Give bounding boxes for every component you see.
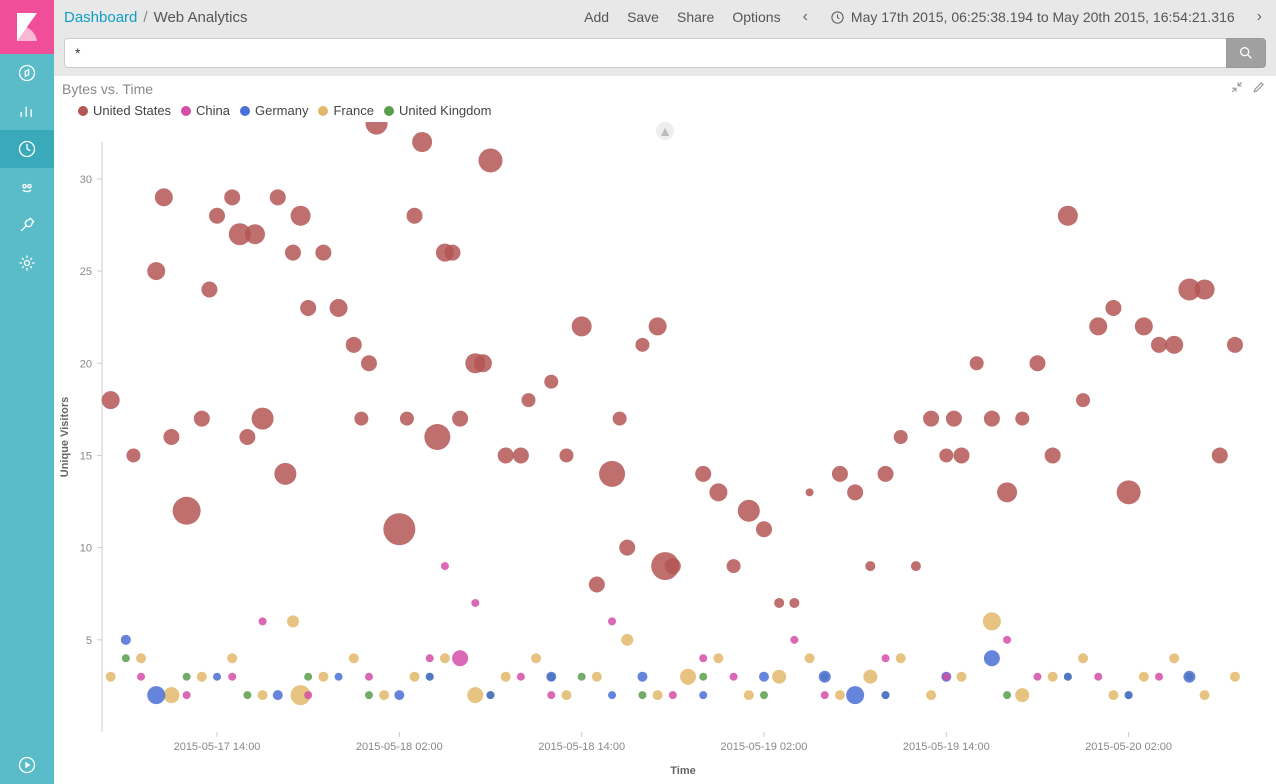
legend-item-de[interactable]: Germany [240,103,308,118]
save-button[interactable]: Save [627,9,659,25]
chart-legend: United States China Germany France Unite… [54,99,1276,122]
panel-edit-icon[interactable] [1252,80,1266,97]
svg-text:30: 30 [80,174,92,186]
panel-title: Bytes vs. Time [62,81,1222,97]
breadcrumb-current: Web Analytics [154,9,248,26]
search-bar [54,34,1276,76]
time-prev-icon[interactable]: ‹ [799,8,812,26]
visualize-icon[interactable] [0,92,54,130]
search-icon [1238,45,1254,61]
collapse-icon[interactable] [0,746,54,784]
legend-item-us[interactable]: United States [78,103,171,118]
legend-item-cn[interactable]: China [181,103,230,118]
kibana-logo [0,0,54,54]
svg-text:5: 5 [86,635,92,647]
svg-text:2015-05-18 14:00: 2015-05-18 14:00 [538,741,625,753]
legend-dot [318,106,328,116]
svg-text:25: 25 [80,266,92,278]
chart-container: ▲ 5 10 15 20 25 30 2015-05-17 14:00 2015-05-18 … [54,122,1276,784]
top-actions: Add Save Share Options ‹ May 17th 2015, … [584,8,1266,26]
scatter-chart[interactable]: 5 10 15 20 25 30 2015-05-17 14:00 2015-05-18 02… [54,122,1276,782]
svg-text:2015-05-19 14:00: 2015-05-19 14:00 [903,741,990,753]
devtools-icon[interactable] [0,206,54,244]
svg-text:Time: Time [670,765,695,777]
expand-up-icon[interactable]: ▲ [656,122,674,140]
clock-icon [830,10,845,25]
add-button[interactable]: Add [584,9,609,25]
management-icon[interactable] [0,244,54,282]
time-range[interactable]: May 17th 2015, 06:25:38.194 to May 20th … [830,9,1235,25]
svg-text:20: 20 [80,358,92,370]
breadcrumb-sep: / [143,9,147,26]
legend-dot [384,106,394,116]
breadcrumb: Dashboard / Web Analytics [64,9,248,26]
panel-header: Bytes vs. Time [54,76,1276,99]
svg-text:2015-05-18 02:00: 2015-05-18 02:00 [356,741,443,753]
legend-dot [181,106,191,116]
search-button[interactable] [1226,38,1266,68]
legend-dot [240,106,250,116]
svg-text:15: 15 [80,450,92,462]
svg-text:2015-05-17 14:00: 2015-05-17 14:00 [174,741,261,753]
legend-item-fr[interactable]: France [318,103,373,118]
sidebar [0,0,54,784]
legend-item-gb[interactable]: United Kingdom [384,103,492,118]
search-input[interactable] [64,38,1226,68]
svg-text:Unique Visitors: Unique Visitors [59,397,71,477]
svg-text:2015-05-20 02:00: 2015-05-20 02:00 [1085,741,1172,753]
time-next-icon[interactable]: › [1253,8,1266,26]
svg-text:2015-05-19 02:00: 2015-05-19 02:00 [721,741,808,753]
topbar: Dashboard / Web Analytics Add Save Share… [54,0,1276,34]
svg-text:10: 10 [80,543,92,555]
breadcrumb-root[interactable]: Dashboard [64,9,137,26]
panel-collapse-icon[interactable] [1230,80,1244,97]
timelion-icon[interactable] [0,168,54,206]
dashboard-icon[interactable] [0,130,54,168]
options-button[interactable]: Options [732,9,780,25]
legend-dot [78,106,88,116]
discover-icon[interactable] [0,54,54,92]
share-button[interactable]: Share [677,9,714,25]
time-range-text: May 17th 2015, 06:25:38.194 to May 20th … [851,9,1235,25]
